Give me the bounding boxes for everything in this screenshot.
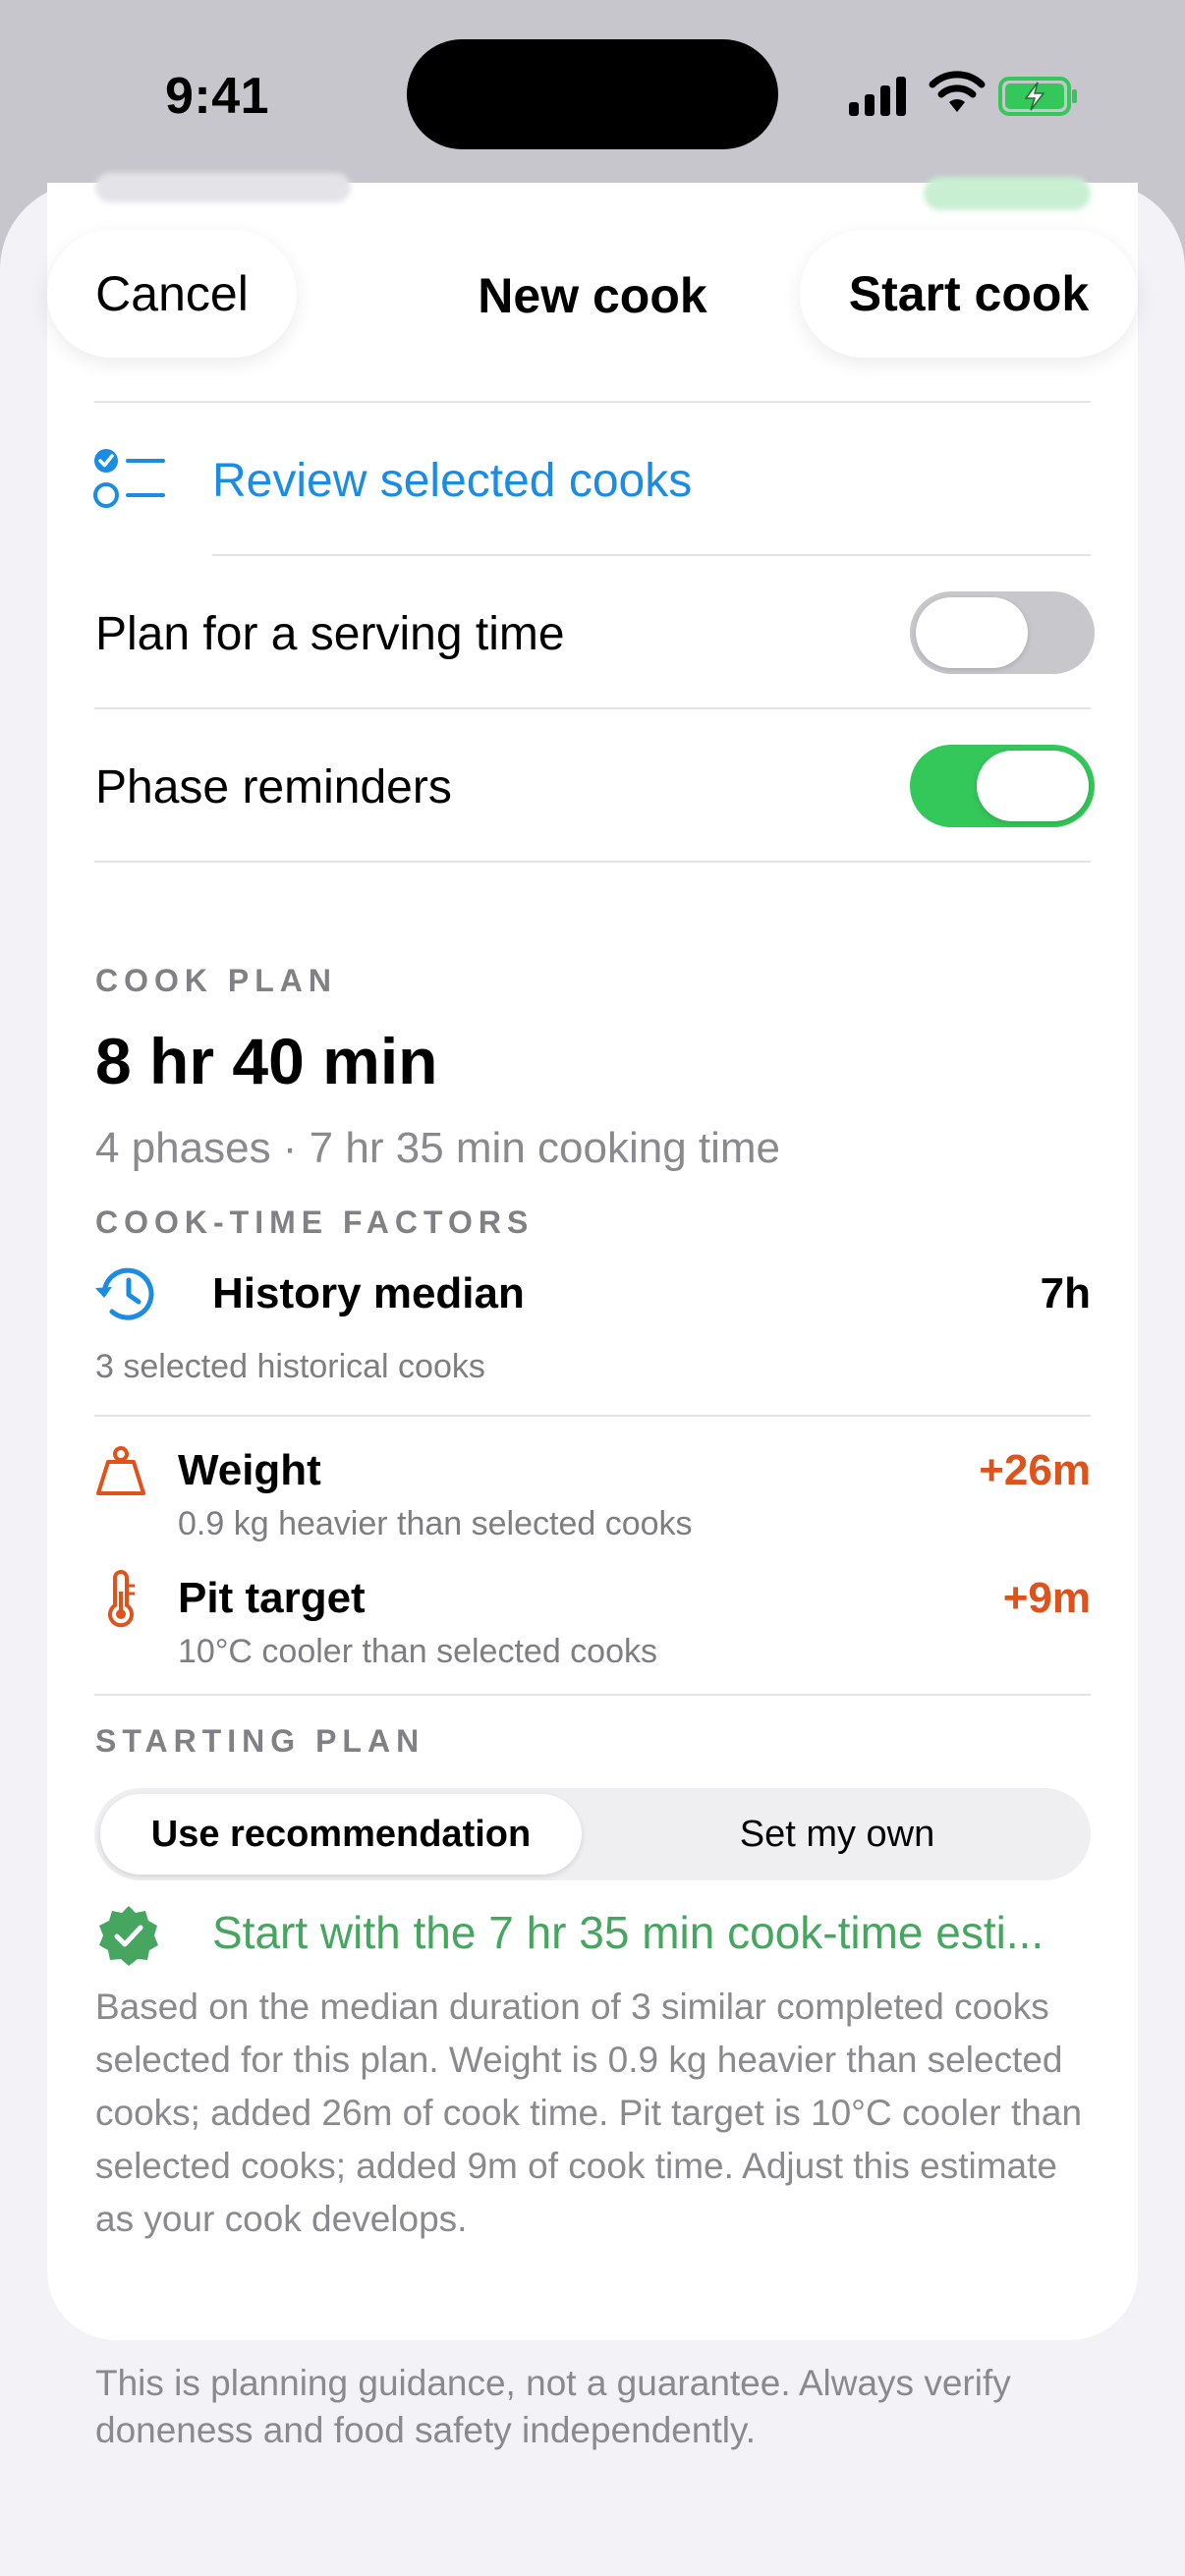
set-my-own-option[interactable]: Set my own — [590, 1794, 1085, 1875]
status-time: 9:41 — [165, 68, 270, 125]
dynamic-island — [407, 39, 778, 149]
pit-target-adjustment: +9m — [1002, 1574, 1091, 1622]
serving-time-toggle[interactable] — [910, 591, 1095, 674]
history-median-detail: 3 selected historical cooks — [95, 1348, 485, 1385]
weight-detail: 0.9 kg heavier than selected cooks — [178, 1505, 693, 1542]
divider — [212, 554, 1091, 556]
starting-plan-segmented-control: Use recommendation Set my own — [94, 1788, 1091, 1880]
cook-plan-total: 8 hr 40 min — [95, 1025, 438, 1097]
divider — [94, 1415, 1091, 1417]
phase-reminders-label: Phase reminders — [95, 761, 452, 813]
toggle-knob — [977, 751, 1089, 821]
thermometer-icon — [108, 1570, 135, 1628]
divider — [94, 861, 1091, 863]
cellular-signal-icon — [849, 71, 908, 116]
recommendation-explanation: Based on the median duration of 3 simila… — [95, 1987, 1083, 2239]
phase-reminders-toggle[interactable] — [910, 745, 1095, 827]
weight-adjustment: +26m — [979, 1446, 1091, 1494]
use-recommendation-option[interactable]: Use recommendation — [100, 1794, 582, 1875]
battery-charging-icon — [998, 77, 1077, 116]
wifi-icon — [929, 71, 986, 112]
review-selected-cooks-link[interactable]: Review selected cooks — [212, 454, 692, 508]
history-clock-icon — [95, 1267, 154, 1320]
scrolled-toggle-ghost — [924, 177, 1091, 210]
toggle-knob — [916, 597, 1028, 668]
divider — [94, 707, 1091, 709]
recommendation-title: Start with the 7 hr 35 min cook-time est… — [212, 1907, 1044, 1958]
cook-time-factors-header: COOK-TIME FACTORS — [95, 1204, 535, 1240]
weight-label: Weight — [178, 1446, 321, 1494]
checklist-icon — [93, 449, 165, 508]
pit-target-label: Pit target — [178, 1574, 366, 1622]
weight-icon — [96, 1446, 145, 1495]
verified-badge-icon — [99, 1906, 158, 1966]
start-cook-button[interactable]: Start cook — [800, 230, 1138, 358]
history-median-label: History median — [212, 1269, 525, 1317]
divider — [94, 401, 1091, 403]
starting-plan-header: STARTING PLAN — [95, 1723, 425, 1759]
pit-target-detail: 10°C cooler than selected cooks — [178, 1633, 657, 1670]
cook-plan-summary: 4 phases · 7 hr 35 min cooking time — [95, 1124, 781, 1172]
divider — [94, 1694, 1091, 1696]
cook-plan-header: COOK PLAN — [95, 963, 337, 998]
guidance-disclaimer: This is planning guidance, not a guarant… — [95, 2363, 1011, 2450]
scrolled-row-ghost — [95, 173, 351, 202]
history-median-value: 7h — [1040, 1269, 1091, 1317]
serving-time-label: Plan for a serving time — [95, 608, 565, 660]
